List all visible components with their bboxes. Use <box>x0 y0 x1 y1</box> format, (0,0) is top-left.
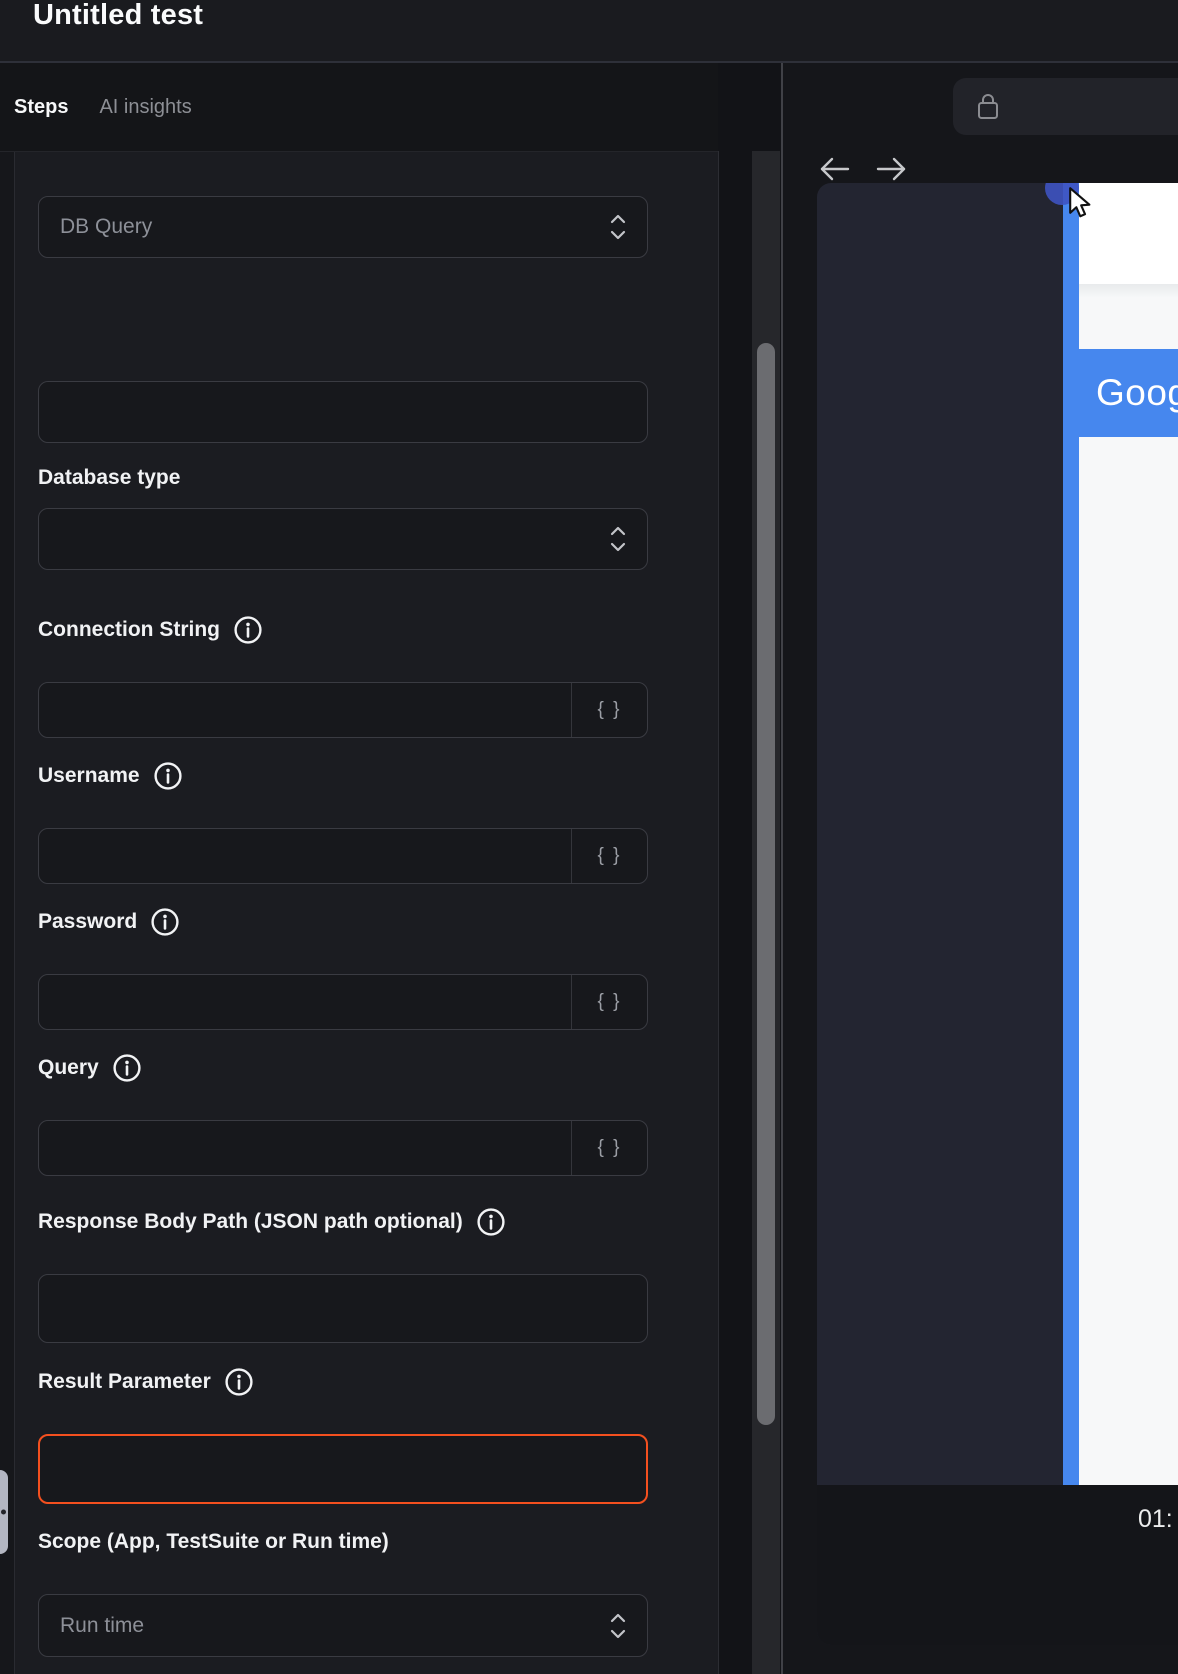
google-logo-text: Google <box>1096 372 1178 414</box>
preview-highlighted-element: Google <box>1079 349 1178 437</box>
form-content: DB Query Database type Connection String <box>38 152 648 1674</box>
braces-button[interactable]: { } <box>571 683 647 737</box>
unfold-chevrons-icon <box>610 1613 626 1639</box>
form-panel-border <box>718 151 719 1674</box>
password-field: { } <box>38 974 648 1030</box>
panel-edge-strip <box>0 152 15 1674</box>
step-type-select[interactable]: DB Query <box>38 196 648 258</box>
scope-select[interactable]: Run time <box>38 1594 648 1657</box>
screen-preview[interactable]: Google 01: <box>817 183 1178 1645</box>
username-input[interactable] <box>39 829 571 883</box>
braces-button[interactable]: { } <box>571 829 647 883</box>
label-text: Response Body Path (JSON path optional) <box>38 1210 463 1234</box>
field-label-response-body-path: Response Body Path (JSON path optional) <box>38 1204 506 1240</box>
panel-collapse-handle[interactable] <box>0 1470 8 1554</box>
password-input[interactable] <box>39 975 571 1029</box>
response-body-path-field <box>38 1274 648 1343</box>
label-text: Result Parameter <box>38 1370 211 1394</box>
database-type-select[interactable] <box>38 508 648 570</box>
forward-arrow-icon[interactable] <box>873 151 909 187</box>
username-field: { } <box>38 828 648 884</box>
field-label-database-type: Database type <box>38 460 180 496</box>
info-icon[interactable] <box>233 615 263 645</box>
field-label-result-parameter: Result Parameter <box>38 1364 254 1400</box>
label-text: Password <box>38 910 137 934</box>
page-title: Untitled test <box>33 0 203 34</box>
lock-icon <box>977 92 999 120</box>
preview-page-body <box>1079 437 1178 1485</box>
query-field: { } <box>38 1120 648 1176</box>
query-input[interactable] <box>39 1121 571 1175</box>
timeline-timestamp: 01: <box>1138 1505 1173 1534</box>
browser-preview-panel: Google 01: <box>783 63 1178 1674</box>
field-label-username: Username <box>38 758 183 794</box>
unfold-chevrons-icon <box>610 526 626 552</box>
label-text: Username <box>38 764 140 788</box>
info-icon[interactable] <box>476 1207 506 1237</box>
unfold-chevrons-icon <box>610 214 626 240</box>
field-label-password: Password <box>38 904 180 940</box>
braces-button[interactable]: { } <box>571 975 647 1029</box>
connection-string-input[interactable] <box>39 683 571 737</box>
label-text: Query <box>38 1056 99 1080</box>
label-text: Database type <box>38 466 180 490</box>
title-bar: Untitled test <box>0 0 1178 61</box>
label-text: Connection String <box>38 618 220 642</box>
field-label-connection-string: Connection String <box>38 612 263 648</box>
highlight-stripe <box>1063 183 1079 1485</box>
recording-timeline: 01: <box>817 1485 1178 1645</box>
info-icon[interactable] <box>150 907 180 937</box>
result-parameter-input[interactable] <box>40 1436 646 1502</box>
field-label-query: Query <box>38 1050 142 1086</box>
preview-page-band <box>1079 284 1178 349</box>
info-icon[interactable] <box>153 761 183 791</box>
database-type-select[interactable] <box>38 381 648 443</box>
back-arrow-icon[interactable] <box>817 151 853 187</box>
info-icon[interactable] <box>112 1053 142 1083</box>
connection-string-field: { } <box>38 682 648 738</box>
handle-dot-icon <box>1 1510 6 1515</box>
tab-bar: Steps AI insights <box>0 63 718 151</box>
step-type-value: DB Query <box>60 197 587 257</box>
database-type-value <box>60 509 587 569</box>
step-config-panel: DB Query Database type Connection String <box>0 151 718 1674</box>
tab-ai-insights[interactable]: AI insights <box>99 95 191 119</box>
braces-button[interactable]: { } <box>571 1121 647 1175</box>
scope-value: Run time <box>60 1595 587 1656</box>
cursor-pointer-icon <box>1063 184 1099 220</box>
response-body-path-input[interactable] <box>39 1275 647 1342</box>
address-bar[interactable] <box>953 78 1178 135</box>
scrollbar-thumb[interactable] <box>757 343 775 1425</box>
result-parameter-field <box>38 1434 648 1504</box>
info-icon[interactable] <box>224 1367 254 1397</box>
label-text: Scope (App, TestSuite or Run time) <box>38 1530 389 1554</box>
tab-steps[interactable]: Steps <box>14 95 68 119</box>
field-label-scope: Scope (App, TestSuite or Run time) <box>38 1524 389 1560</box>
